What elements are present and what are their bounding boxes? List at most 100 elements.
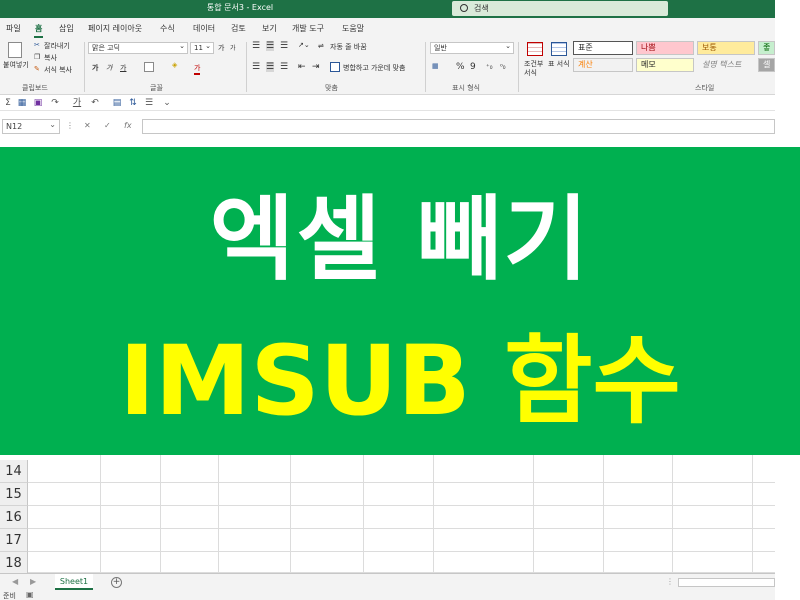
grid-line xyxy=(672,455,673,573)
sheet-next-icon[interactable]: ▶ xyxy=(30,577,36,586)
grid-line xyxy=(28,551,775,552)
macro-record-icon[interactable]: ▣ xyxy=(26,590,34,599)
undo-icon[interactable]: ↶ xyxy=(90,98,100,108)
format-table-icon[interactable] xyxy=(551,42,567,56)
cancel-icon[interactable]: ✕ xyxy=(84,121,91,130)
font-color-icon[interactable]: 가 xyxy=(72,98,82,108)
row-header[interactable]: 18 xyxy=(0,552,28,575)
title-bar: 통합 문서3 - Excel 검색 xyxy=(0,0,775,18)
style-check-cell[interactable]: 셀 xyxy=(758,58,775,72)
bold-button[interactable]: 가 xyxy=(92,63,98,73)
orientation-icon[interactable]: ↗⌄ xyxy=(298,41,310,49)
tab-developer[interactable]: 개발 도구 xyxy=(292,23,324,34)
tab-file[interactable]: 파일 xyxy=(6,23,21,34)
conditional-format-icon[interactable] xyxy=(527,42,543,56)
worksheet-grid[interactable]: 14 15 16 17 18 xyxy=(0,455,775,575)
wrap-text-icon[interactable]: ⇌ xyxy=(318,42,324,50)
comma-button[interactable]: 9 xyxy=(470,62,476,72)
style-normal[interactable]: 표준 xyxy=(573,41,633,55)
format-table-button[interactable]: 표 서식 xyxy=(548,60,570,69)
tab-home[interactable]: 홈 xyxy=(33,23,44,38)
sort-icon[interactable]: ⇅ xyxy=(128,98,138,108)
tab-formulas[interactable]: 수식 xyxy=(160,23,175,34)
font-size-select[interactable]: 11 xyxy=(190,41,214,54)
table-icon[interactable]: ▦ xyxy=(17,98,27,108)
currency-icon[interactable]: ▦ xyxy=(432,62,439,70)
style-calculation[interactable]: 계산 xyxy=(573,58,633,72)
number-format-select[interactable]: 일반 xyxy=(430,41,514,54)
align-center-icon[interactable]: ☰ xyxy=(266,62,275,72)
grid-line xyxy=(218,455,219,573)
format-painter-icon[interactable]: ✎ xyxy=(34,65,40,73)
copy-icon[interactable]: ❐ xyxy=(34,53,40,61)
style-good[interactable]: 좋음 xyxy=(758,41,775,55)
align-top-icon[interactable]: ☰ xyxy=(252,41,260,51)
style-explanatory[interactable]: 설명 텍스트 xyxy=(697,58,755,72)
format-painter-button[interactable]: 서식 복사 xyxy=(44,65,72,75)
sheet-tab-sheet1[interactable]: Sheet1 xyxy=(55,574,93,590)
tab-view[interactable]: 보기 xyxy=(262,23,277,34)
list-icon[interactable]: ☰ xyxy=(144,98,154,108)
increase-indent-icon[interactable]: ⇥ xyxy=(312,62,320,72)
font-color-button[interactable]: 가 xyxy=(194,63,201,75)
row-header[interactable]: 16 xyxy=(0,506,28,529)
window-edge xyxy=(775,455,800,600)
decrease-indent-icon[interactable]: ⇤ xyxy=(298,62,306,72)
align-middle-icon[interactable]: ☰ xyxy=(266,41,275,51)
fill-color-icon[interactable]: ◈ xyxy=(172,61,177,69)
tab-insert[interactable]: 삽입 xyxy=(59,23,74,34)
grid-line xyxy=(100,455,101,573)
enter-icon[interactable]: ✓ xyxy=(104,121,111,130)
more-icon: ⋮ xyxy=(66,121,74,130)
grid-line xyxy=(603,455,604,573)
autosum-icon[interactable]: Σ xyxy=(3,98,13,108)
grid-line xyxy=(533,455,534,573)
formula-input[interactable] xyxy=(142,119,775,134)
format-icon[interactable]: ▤ xyxy=(112,98,122,108)
align-right-icon[interactable]: ☰ xyxy=(280,62,288,72)
wrap-text-button[interactable]: 자동 줄 바꿈 xyxy=(330,42,367,52)
clipboard-group-label: 클립보드 xyxy=(22,84,48,92)
tab-data[interactable]: 데이터 xyxy=(193,23,215,34)
sheet-prev-icon[interactable]: ◀ xyxy=(12,577,18,586)
grid-line xyxy=(28,505,775,506)
paste-button[interactable]: 붙여넣기 xyxy=(3,60,29,70)
align-left-icon[interactable]: ☰ xyxy=(252,62,260,72)
customize-qat-icon[interactable]: ⌄ xyxy=(162,98,172,108)
name-box[interactable]: N12 xyxy=(2,118,60,134)
cut-icon[interactable]: ✂ xyxy=(34,41,40,49)
merge-center-icon[interactable] xyxy=(330,62,340,72)
border-icon[interactable] xyxy=(144,62,154,72)
decrease-decimal-icon[interactable]: ⁰₀ xyxy=(500,63,506,71)
search-box[interactable]: 검색 xyxy=(452,1,668,16)
style-bad[interactable]: 나쁨 xyxy=(636,41,694,55)
tab-help[interactable]: 도움말 xyxy=(342,23,364,34)
row-header[interactable]: 14 xyxy=(0,460,28,483)
style-note[interactable]: 메모 xyxy=(636,58,694,72)
grow-font-button[interactable]: 가 xyxy=(218,43,224,53)
row-header[interactable]: 15 xyxy=(0,483,28,506)
formula-bar: N12 ⋮ ✕ ✓ fx xyxy=(0,118,775,136)
copy-button[interactable]: 복사 xyxy=(44,53,57,63)
align-bottom-icon[interactable]: ☰ xyxy=(280,41,288,51)
conditional-format-button[interactable]: 조건부 서식 xyxy=(524,60,548,78)
add-sheet-button[interactable]: + xyxy=(111,577,122,588)
underline-button[interactable]: 가 xyxy=(120,63,126,73)
font-name-select[interactable]: 맑은 고딕 xyxy=(88,41,188,54)
tab-review[interactable]: 검토 xyxy=(231,23,246,34)
merge-center-button[interactable]: 병합하고 가운데 맞춤 xyxy=(343,63,405,73)
cut-button[interactable]: 잘라내기 xyxy=(44,41,70,51)
row-header[interactable]: 17 xyxy=(0,529,28,552)
redo-icon[interactable]: ↷ xyxy=(50,98,60,108)
percent-button[interactable]: % xyxy=(456,62,465,72)
horizontal-scrollbar[interactable] xyxy=(678,578,775,587)
search-icon xyxy=(460,4,468,12)
insert-function-button[interactable]: fx xyxy=(124,121,132,130)
save-icon[interactable]: ▣ xyxy=(33,98,43,108)
shrink-font-button[interactable]: 가 xyxy=(230,43,236,52)
style-neutral[interactable]: 보통 xyxy=(697,41,755,55)
increase-decimal-icon[interactable]: ⁺₀ xyxy=(486,63,493,71)
tab-page-layout[interactable]: 페이지 레이아웃 xyxy=(88,23,142,34)
paste-icon[interactable] xyxy=(8,42,22,58)
italic-button[interactable]: 가 xyxy=(106,63,112,73)
